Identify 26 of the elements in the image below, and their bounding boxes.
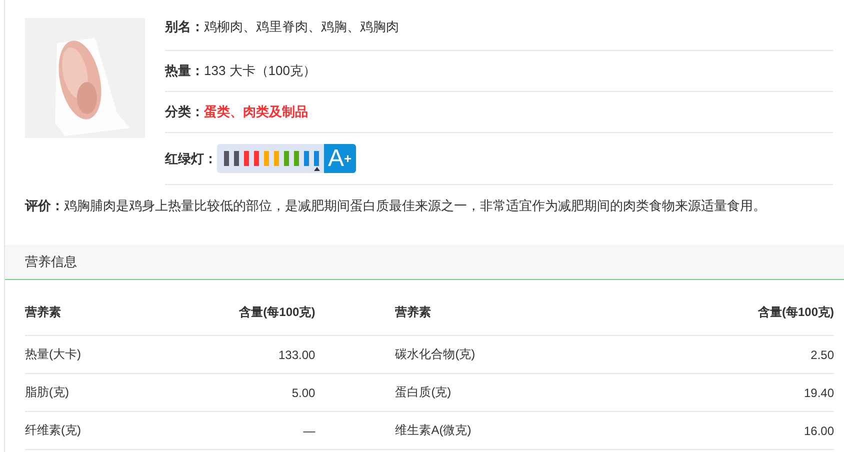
table-cell: 热量(大卡)	[25, 336, 148, 374]
table-cell: 碳水化合物(克)	[315, 336, 667, 374]
section-title: 营养信息	[5, 245, 844, 280]
field-label: 别名：	[165, 18, 204, 36]
table-cell: 19.40	[666, 374, 834, 412]
field-label: 分类：	[165, 103, 204, 121]
table-cell: 脂肪(克)	[25, 374, 148, 412]
column-header: 含量(每100克)	[666, 290, 834, 336]
column-header: 含量(每100克)	[148, 290, 316, 336]
table-cell: —	[148, 412, 316, 450]
column-header: 营养素	[25, 290, 148, 336]
table-cell: 5.00	[148, 374, 316, 412]
field-label: 热量：	[165, 62, 204, 80]
table-cell: 蛋白质(克)	[315, 374, 667, 412]
field-value: 133 大卡（100克）	[204, 62, 316, 80]
category-value: 蛋类、肉类及制品	[204, 103, 308, 121]
table-cell: 16.00	[666, 412, 834, 450]
table-cell: 维生素A(微克)	[315, 412, 667, 450]
table-cell: 133.00	[148, 336, 316, 374]
review-text: 评价：鸡胸脯肉是鸡身上热量比较低的部位，是减肥期间蛋白质最佳来源之一，非常适宜作为减肥期间的肉类食物来源适量食用。	[24, 197, 767, 215]
table-cell: 纤维素(克)	[25, 412, 148, 450]
field-value: 鸡柳肉、鸡里脊肉、鸡胸、鸡胸肉	[204, 18, 399, 36]
column-header: 营养素	[315, 290, 667, 336]
table-cell: 2.50	[666, 336, 834, 374]
grade-badge: A$^{+}$	[324, 144, 356, 173]
field-label: 红绿灯：	[165, 150, 217, 168]
